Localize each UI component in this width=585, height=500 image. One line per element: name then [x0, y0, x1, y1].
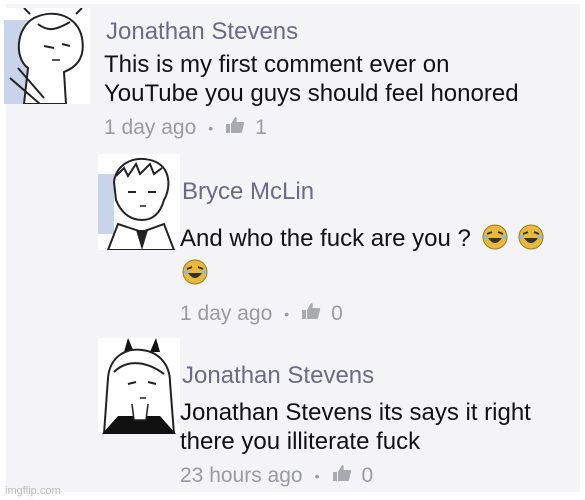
comment-line: YouTube you guys should feel honored: [104, 80, 519, 107]
avatar[interactable]: [98, 338, 180, 434]
laughing-emoji-icon: [518, 224, 544, 250]
comment-meta: 23 hours ago • 0: [180, 464, 373, 488]
comment-author[interactable]: Jonathan Stevens: [182, 362, 374, 390]
timestamp: 1 day ago: [104, 116, 197, 139]
comment-line: there you illiterate fuck: [180, 428, 421, 455]
comment-thread: Jonathan Stevens This is my first commen…: [4, 4, 580, 492]
imgflip-watermark: imgflip.com: [5, 485, 61, 497]
laughing-emoji-icon: [182, 259, 208, 285]
comment-line: And who the fuck are you ?: [180, 225, 471, 252]
timestamp: 23 hours ago: [180, 464, 303, 487]
comment-meta: 1 day ago • 1: [104, 116, 267, 140]
thumbs-up-icon[interactable]: [332, 464, 352, 488]
laughing-emoji-icon: [482, 224, 508, 250]
comment-author[interactable]: Bryce McLin: [182, 178, 314, 206]
comment-line: This is my first comment ever on: [104, 51, 450, 78]
thumbs-up-icon[interactable]: [225, 116, 245, 140]
like-count: 0: [331, 302, 343, 325]
timestamp: 1 day ago: [180, 302, 273, 325]
like-count: 1: [255, 116, 267, 139]
emoji-line: [180, 259, 544, 288]
separator-dot: •: [284, 306, 290, 322]
comment-meta: 1 day ago • 0: [180, 302, 343, 326]
comment-text: This is my first comment ever on YouTube…: [104, 50, 519, 108]
separator-dot: •: [314, 468, 320, 484]
comment-author[interactable]: Jonathan Stevens: [106, 18, 298, 46]
comment-text: Jonathan Stevens its says it right there…: [180, 398, 531, 456]
like-count: 0: [361, 464, 374, 487]
avatar[interactable]: [4, 8, 90, 104]
avatar[interactable]: [98, 154, 180, 250]
separator-dot: •: [208, 120, 214, 136]
comment-text: And who the fuck are you ?: [180, 224, 544, 288]
comment-line: Jonathan Stevens its says it right: [180, 399, 531, 426]
thumbs-up-icon[interactable]: [301, 302, 321, 326]
